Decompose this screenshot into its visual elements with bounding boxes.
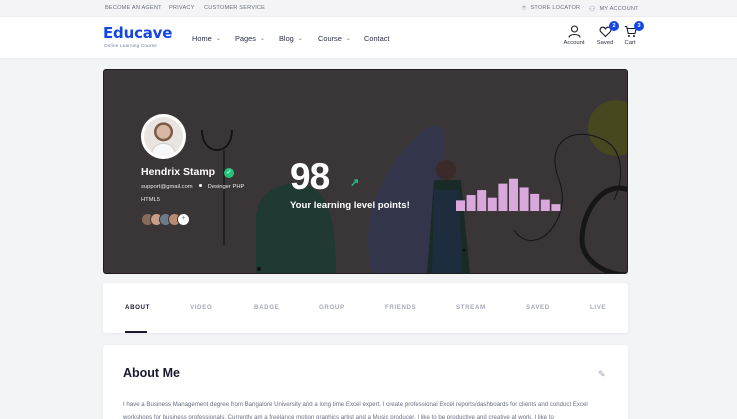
more-friends-button[interactable]: + [177,213,190,226]
cart-count-badge: 3 [634,21,644,31]
profile-skills-line2: HTML5 [141,197,161,203]
level-bar [477,190,487,211]
nav-pages[interactable]: Pages ⌄ [235,34,265,43]
cart-label: Cart [624,40,636,46]
my-account-link[interactable]: ⚇ MY ACCOUNT [589,5,639,13]
level-bar [519,187,529,211]
profile-hero-banner: Hendrix Stamp ✓ support@gmail.com Desinge… [103,69,628,274]
nav-course-label: Course [318,34,342,43]
tab-badge[interactable]: BADGE [254,304,279,311]
about-card: About Me ✎ I have a Business Management … [103,345,628,419]
learning-points-value: 98 [290,156,330,197]
tab-saved[interactable]: SAVED [526,304,550,311]
site-tagline: Online Learning Course [104,43,157,48]
user-icon: ⚇ [589,6,596,13]
my-account-label: MY ACCOUNT [599,6,639,12]
nav-blog-label: Blog [279,34,294,43]
account-label: Account [563,40,585,46]
chevron-down-icon: ⌄ [297,36,303,42]
profile-meta: support@gmail.com Desinger PHP [141,184,244,190]
level-bars [456,178,561,211]
verified-icon: ✓ [224,168,234,178]
about-title: About Me [123,366,180,380]
level-bar [551,204,561,211]
about-text: I have a Business Management degree from… [123,401,588,419]
nav-course[interactable]: Course ⌄ [318,34,351,43]
cart-button[interactable]: 3 Cart [615,21,645,46]
nav-home-label: Home [192,34,212,43]
level-bar [487,197,497,211]
edit-icon[interactable]: ✎ [598,369,606,380]
level-bar [530,193,540,211]
separator-dot-icon [198,184,202,187]
site-logo[interactable]: Educave [103,24,172,42]
learning-points-label: Your learning level points! [290,200,410,211]
tab-about[interactable]: ABOUT [125,304,150,311]
become-agent-link[interactable]: BECOME AN AGENT [105,5,162,11]
avatar[interactable] [141,114,186,159]
nav-contact-label: Contact [364,34,390,43]
privacy-link[interactable]: PRIVACY [169,5,195,11]
profile-email: support@gmail.com [141,184,193,190]
account-button[interactable]: Account [559,25,589,46]
nav-pages-label: Pages [235,34,256,43]
top-utility-bar: BECOME AN AGENT PRIVACY CUSTOMER SERVICE… [0,0,737,17]
level-bar [509,178,518,211]
nav-contact[interactable]: Contact [364,34,389,43]
account-icon [567,25,581,38]
tab-friends[interactable]: FRIENDS [385,304,416,311]
customer-service-link[interactable]: CUSTOMER SERVICE [204,5,265,11]
level-bar [456,200,465,211]
active-tab-indicator [125,331,147,333]
chevron-down-icon: ⌄ [345,36,351,42]
main-header: Educave Online Learning Course Home ⌄ Pag… [0,17,737,58]
level-bar [498,183,508,211]
nav-home[interactable]: Home ⌄ [192,34,221,43]
store-locator-link[interactable]: ⌾ STORE LOCATOR [522,5,580,13]
tab-stream[interactable]: STREAM [456,304,486,311]
level-bar [540,199,550,211]
tab-group[interactable]: GROUP [319,304,345,311]
location-pin-icon: ⌾ [522,5,527,12]
profile-skills: Desinger PHP [207,184,245,190]
profile-tabs: ABOUT VIDEO BADGE GROUP FRIENDS STREAM S… [103,283,628,333]
store-locator-label: STORE LOCATOR [530,5,581,11]
trend-up-icon: ↗ [350,177,360,189]
profile-name: Hendrix Stamp [141,166,216,178]
chevron-down-icon: ⌄ [259,36,265,42]
chevron-down-icon: ⌄ [215,36,221,42]
tab-video[interactable]: VIDEO [190,304,212,311]
level-bar [466,195,476,211]
tab-live[interactable]: LIVE [590,304,606,311]
nav-blog[interactable]: Blog ⌄ [279,34,303,43]
